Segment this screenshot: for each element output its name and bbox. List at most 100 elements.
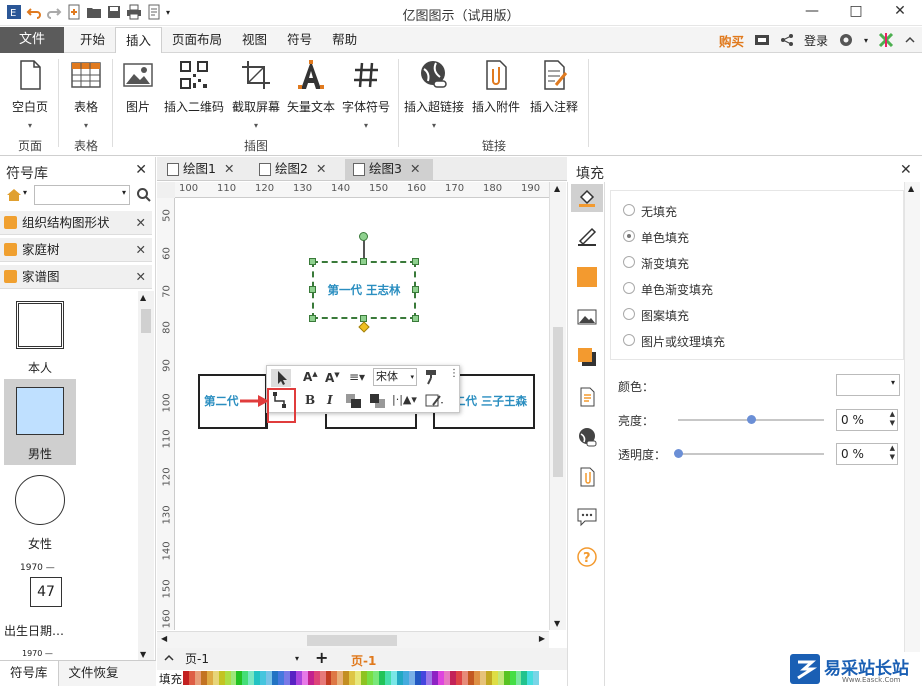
italic-icon[interactable]: I [327,393,333,407]
file-menu[interactable]: 文件 [0,27,64,53]
color-swatches[interactable] [183,671,540,685]
image-tab-icon[interactable] [577,307,597,327]
fill-option-gradient[interactable]: 渐变填充 [621,255,689,272]
transparency-spin-icon[interactable]: ▲ ▼ [890,444,895,462]
library-scrollbar[interactable]: ▲ ▼ [138,291,154,661]
horizontal-scroll-thumb[interactable] [307,635,397,646]
tab-symbol-library[interactable]: 符号库 [0,661,59,686]
collapse-ribbon-icon[interactable] [904,34,916,46]
resize-handle[interactable] [412,258,419,265]
decrease-font-icon[interactable]: A▼ [325,371,340,385]
select-tool-button[interactable] [271,369,291,387]
doc-tab-1[interactable]: 绘图1 ✕ [159,159,247,181]
distribute-icon[interactable]: |·|▲▾ [392,393,417,406]
home-icon[interactable] [6,187,22,203]
resize-handle[interactable] [412,286,419,293]
doc-tab-2[interactable]: 绘图2 ✕ [251,159,339,181]
collapse-pages-icon[interactable] [163,652,175,664]
share-icon[interactable] [780,33,794,47]
scroll-up-icon[interactable]: ▲ [908,184,914,193]
blank-page-button[interactable]: 空白页 ▾ [10,57,50,130]
vertical-scroll-thumb[interactable] [553,327,563,477]
fill-color-icon[interactable] [425,393,445,409]
table-dropdown-icon[interactable]: ▾ [66,121,106,130]
doc-close-icon[interactable]: ✕ [410,161,420,176]
hyperlink-tab-icon[interactable] [577,427,597,447]
search-dropdown-icon[interactable]: ▾ [122,188,126,197]
control-point-handle[interactable] [358,321,370,333]
rotation-handle[interactable] [359,232,368,241]
insert-qr-button[interactable]: 插入二维码 [162,57,226,115]
bring-front-icon[interactable] [345,393,363,409]
fill-option-solid[interactable]: 单色填充 [621,229,689,246]
format-painter-icon[interactable] [423,369,439,385]
scroll-down-icon[interactable]: ▼ [554,619,560,628]
login-link[interactable]: 登录 [804,32,828,49]
brightness-slider-handle[interactable] [747,415,756,424]
insert-attachment-button[interactable]: 插入附件 [470,57,522,115]
doc-tab-3[interactable]: 绘图3 ✕ [345,159,433,181]
library-close-icon[interactable]: ✕ [135,162,147,178]
family-node-second-gen-middle[interactable] [325,414,417,429]
font-family-select[interactable]: 宋体 ▾ [373,368,417,386]
doc-close-icon[interactable]: ✕ [224,161,234,176]
tab-start[interactable]: 开始 [70,27,115,53]
transparency-slider[interactable] [678,453,824,455]
resize-handle[interactable] [360,258,367,265]
library-search-input[interactable]: ▾ [34,185,130,205]
fill-tab-button[interactable] [571,184,603,212]
brightness-input[interactable]: 0 % ▲ ▼ [836,409,898,431]
image-button[interactable]: 图片 [120,57,156,115]
home-dropdown-icon[interactable]: ▾ [23,188,27,197]
increase-font-icon[interactable]: A▲ [303,370,318,384]
shape-self[interactable]: 本人 [4,299,76,376]
scroll-up-icon[interactable]: ▲ [554,184,560,193]
tab-symbol[interactable]: 符号 [277,27,322,53]
canvas-vertical-scrollbar[interactable]: ▲ ▼ [549,182,566,630]
tab-help[interactable]: 帮助 [322,27,367,53]
screenshot-dropdown-icon[interactable]: ▾ [230,121,282,130]
tab-file-recovery[interactable]: 文件恢复 [59,661,129,686]
page-select[interactable]: 页-1 ▾ [183,650,301,668]
color-picker[interactable]: ▾ [836,374,900,396]
category-close-icon[interactable]: ✕ [136,211,146,235]
resize-handle[interactable] [412,315,419,322]
gear-icon[interactable] [838,32,854,48]
comment-tab-icon[interactable] [577,507,597,527]
category-close-icon[interactable]: ✕ [136,265,146,289]
category-close-icon[interactable]: ✕ [136,238,146,262]
maximize-button[interactable]: □ [834,0,878,24]
add-page-button[interactable]: + [315,648,328,667]
line-tab-icon[interactable] [577,227,597,247]
canvas-horizontal-scrollbar[interactable]: ◀ ▶ [157,631,549,648]
blank-page-dropdown-icon[interactable]: ▾ [10,121,50,130]
hyperlink-dropdown-icon[interactable]: ▾ [402,121,466,130]
brightness-spin-icon[interactable]: ▲ ▼ [890,410,895,428]
family-node-first-gen[interactable]: 第一代 王志林 [312,261,416,319]
color-dropdown-icon[interactable]: ▾ [891,378,895,387]
help-icon[interactable]: ? [577,547,597,567]
transparency-input[interactable]: 0 % ▲ ▼ [836,443,898,465]
resize-handle[interactable] [309,315,316,322]
close-button[interactable]: ✕ [878,0,922,24]
toolbar-more-icon[interactable]: ⋮ [449,368,459,379]
fill-option-none[interactable]: 无填充 [621,203,677,220]
insert-hyperlink-button[interactable]: 插入超链接 ▾ [402,57,466,130]
scroll-up-icon[interactable]: ▲ [140,293,146,302]
vector-text-button[interactable]: 矢量文本 [284,57,338,115]
category-org-chart[interactable]: 组织结构图形状 ✕ [0,211,152,235]
transparency-slider-handle[interactable] [674,449,683,458]
settings-dropdown-icon[interactable]: ▾ [864,36,868,45]
scroll-down-icon[interactable]: ▼ [140,650,146,659]
tab-insert[interactable]: 插入 [115,27,163,54]
search-icon[interactable] [136,187,152,203]
fill-option-single-gradient[interactable]: 单色渐变填充 [621,281,713,298]
shape-birth-date[interactable]: 1970 — 47 [4,563,76,607]
scroll-left-icon[interactable]: ◀ [161,634,167,643]
library-scroll-thumb[interactable] [141,309,151,333]
buy-link[interactable]: 购买 [719,31,744,50]
fill-panel-close-icon[interactable]: ✕ [900,162,912,178]
resize-handle[interactable] [309,258,316,265]
bold-icon[interactable]: B [305,393,315,407]
minimize-button[interactable]: — [790,0,834,24]
